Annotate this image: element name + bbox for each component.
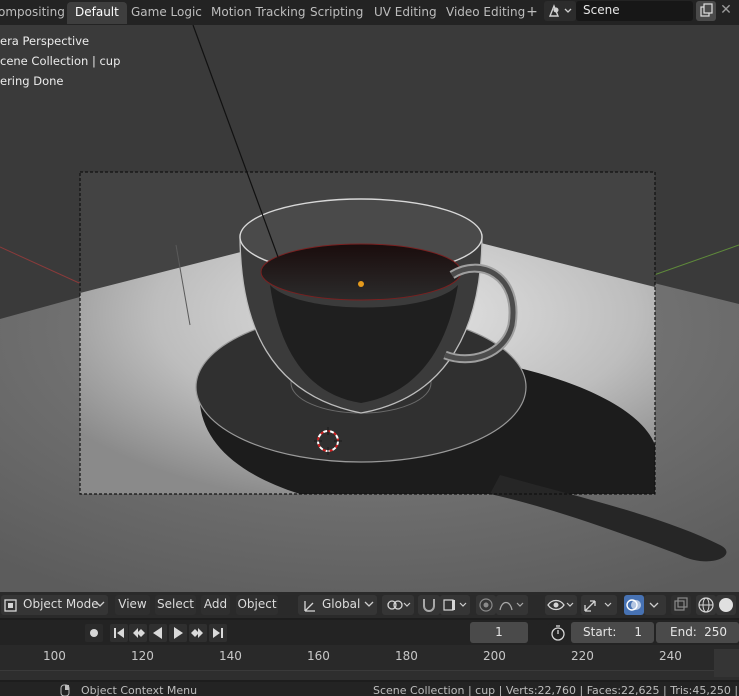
overlays-toggle[interactable]	[624, 595, 644, 615]
play-reverse-button[interactable]	[149, 624, 167, 642]
3d-viewport[interactable]: era Perspective cene Collection | cup er…	[0, 25, 739, 592]
tab-motion-tracking[interactable]: Motion Tracking	[203, 2, 313, 24]
stopwatch-icon	[551, 625, 565, 641]
solid-shading-button[interactable]	[716, 595, 736, 615]
wireframe-shading-button[interactable]	[696, 595, 716, 615]
timeline-header: 1 Start: 1 End: 250	[0, 620, 739, 645]
mode-label: Object Mode	[23, 597, 99, 611]
play-icon	[174, 627, 183, 639]
status-hint: Object Context Menu	[81, 684, 198, 696]
snap-toggle[interactable]	[418, 595, 440, 615]
mouse-icon	[60, 684, 70, 696]
scene-statistics: Scene Collection | cup | Verts:22,760 | …	[373, 684, 739, 696]
select-menu[interactable]: Select	[155, 595, 196, 615]
current-frame-field[interactable]: 1	[470, 622, 528, 643]
viewport-render	[0, 25, 739, 592]
ruler-label: 200	[483, 649, 506, 663]
viewport-info-view: era Perspective	[0, 34, 90, 48]
scene-icon	[548, 4, 572, 17]
jump-end-button[interactable]	[209, 624, 227, 642]
proportional-edit-icon	[479, 598, 493, 612]
preview-range-toggle[interactable]	[548, 623, 568, 643]
timeline-end-region	[714, 649, 739, 677]
ruler-label: 240	[659, 649, 682, 663]
magnet-icon	[423, 599, 435, 612]
tab-default[interactable]: Default	[67, 2, 127, 24]
gizmo-icon	[584, 600, 612, 612]
jump-start-icon	[114, 628, 124, 638]
xray-toggle[interactable]	[671, 595, 691, 615]
object-menu[interactable]: Object	[236, 595, 278, 615]
falloff-button[interactable]	[496, 595, 528, 615]
scene-name-field[interactable]: Scene	[576, 1, 693, 21]
pivot-point-button[interactable]	[382, 595, 414, 615]
tab-video-editing[interactable]: Video Editing	[438, 2, 533, 24]
falloff-curve-icon	[499, 601, 524, 611]
solid-sphere-icon	[719, 598, 733, 612]
start-frame-field[interactable]: Start: 1	[571, 622, 654, 643]
next-keyframe-button[interactable]	[189, 624, 207, 642]
chevron-down-icon	[95, 601, 105, 607]
overlays-icon	[626, 599, 641, 611]
ruler-label: 220	[571, 649, 594, 663]
object-origin	[358, 281, 364, 287]
play-button[interactable]	[169, 624, 187, 642]
timeline-track[interactable]	[0, 649, 739, 680]
proportional-edit-toggle[interactable]	[476, 595, 496, 615]
delete-scene-button[interactable]: ✕	[716, 1, 736, 21]
record-icon	[90, 629, 98, 637]
timeline-ruler[interactable]: 100 120 140 160 180 200 220 240	[0, 645, 739, 670]
workspace-bar: ompositing Default Game Logic Motion Tra…	[0, 0, 739, 25]
copy-icon	[700, 3, 713, 17]
wireframe-sphere-icon	[698, 597, 714, 613]
next-keyframe-icon	[191, 628, 203, 638]
viewport-info-render: ering Done	[0, 74, 64, 88]
visibility-button[interactable]	[545, 595, 577, 615]
end-label: End:	[670, 625, 697, 639]
eye-icon	[547, 599, 574, 611]
end-frame-field[interactable]: End: 250	[656, 622, 739, 643]
xray-icon	[674, 597, 688, 611]
ruler-label: 180	[395, 649, 418, 663]
tab-compositing[interactable]: ompositing	[0, 2, 73, 24]
start-value: 1	[634, 625, 642, 639]
tab-uv-editing[interactable]: UV Editing	[366, 2, 445, 24]
jump-end-icon	[213, 628, 223, 638]
scene-selector-button[interactable]	[544, 1, 576, 21]
object-mode-icon	[4, 599, 17, 612]
prev-keyframe-icon	[133, 628, 145, 638]
overlays-dropdown[interactable]	[644, 595, 666, 615]
viewport-info-collection: cene Collection | cup	[0, 54, 121, 68]
ruler-label: 140	[219, 649, 242, 663]
tab-scripting[interactable]: Scripting	[302, 2, 371, 24]
pivot-icon	[387, 600, 411, 610]
gizmo-button[interactable]	[581, 595, 617, 615]
jump-start-button[interactable]	[110, 624, 128, 642]
viewport-header: Object Mode View Select Add Object Globa…	[0, 592, 739, 618]
tab-game-logic[interactable]: Game Logic	[123, 2, 210, 24]
end-value: 250	[704, 625, 727, 639]
ruler-label: 120	[131, 649, 154, 663]
record-button[interactable]	[85, 624, 103, 642]
snap-target-button[interactable]	[440, 595, 470, 615]
chevron-down-icon	[649, 602, 659, 608]
add-menu[interactable]: Add	[201, 595, 230, 615]
ruler-label: 100	[43, 649, 66, 663]
add-workspace-button[interactable]: +	[525, 2, 539, 24]
status-bar: Object Context Menu Scene Collection | c…	[0, 682, 739, 696]
prev-keyframe-button[interactable]	[129, 624, 147, 642]
start-label: Start:	[583, 625, 617, 639]
ruler-label: 160	[307, 649, 330, 663]
view-menu[interactable]: View	[115, 595, 150, 615]
snap-increment-icon	[443, 599, 467, 611]
play-reverse-icon	[153, 627, 162, 639]
chevron-down-icon	[364, 601, 374, 607]
orientation-icon	[304, 601, 315, 612]
orientation-label: Global	[322, 597, 361, 611]
new-scene-button[interactable]	[696, 1, 716, 21]
